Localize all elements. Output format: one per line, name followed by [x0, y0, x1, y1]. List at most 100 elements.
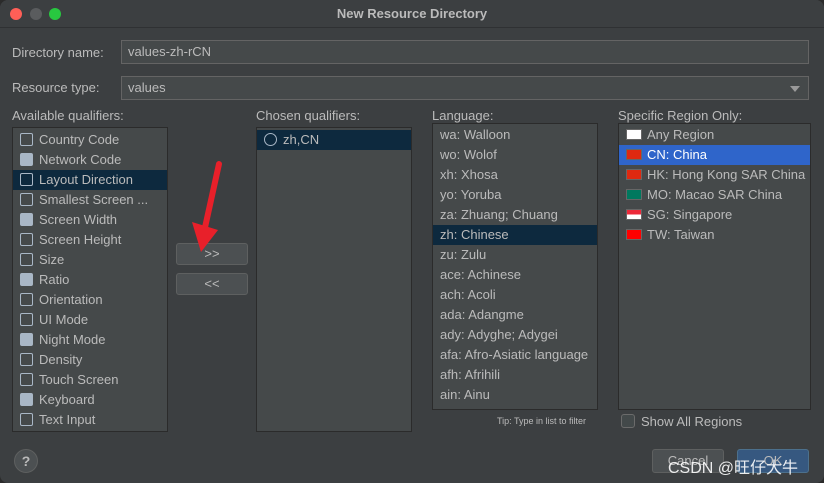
directory-name-label: Directory name: [12, 45, 104, 60]
language-list[interactable]: wa: Walloon wo: Wolof xh: Xhosa yo: Yoruba z… [432, 123, 598, 410]
region-item[interactable]: SG: Singapore [619, 205, 810, 225]
screen-height-icon [20, 233, 33, 247]
touch-screen-icon [20, 373, 33, 387]
region-item-label: SG: Singapore [647, 207, 733, 222]
layout-direction-icon [20, 173, 33, 187]
available-qualifier-label: Size [39, 252, 65, 267]
text-input-icon [20, 413, 33, 427]
language-item[interactable]: afh: Afrihili [433, 365, 597, 385]
language-item[interactable]: ain: Ainu [433, 385, 597, 405]
available-qualifier-item[interactable]: Screen Height [13, 230, 167, 250]
language-label: Language: [432, 108, 494, 123]
available-qualifier-label: Touch Screen [39, 372, 119, 387]
language-item[interactable]: ady: Adyghe; Adygei [433, 325, 597, 345]
chosen-qualifiers-list[interactable]: zh,CN [256, 127, 412, 432]
show-all-regions-label: Show All Regions [641, 414, 743, 429]
available-qualifier-item[interactable]: UI Mode [13, 310, 167, 330]
region-item[interactable]: CN: China [619, 145, 810, 165]
available-qualifier-item[interactable]: Smallest Screen ... [13, 190, 167, 210]
keyboard-icon [20, 393, 33, 407]
available-qualifier-item[interactable]: Network Code [13, 150, 167, 170]
language-item[interactable]: ach: Acoli [433, 285, 597, 305]
available-qualifier-item[interactable]: Size [13, 250, 167, 270]
available-qualifier-item[interactable]: Country Code [13, 130, 167, 150]
dialog-window: New Resource Directory Directory name: v… [0, 0, 824, 483]
night-mode-icon [20, 333, 33, 347]
available-qualifier-label: Keyboard [39, 392, 95, 407]
show-all-regions-checkbox[interactable] [621, 414, 635, 428]
available-qualifier-label: Ratio [39, 272, 70, 287]
available-qualifier-label: Text Input [39, 412, 96, 427]
available-qualifier-label: Screen Height [39, 232, 122, 247]
language-item[interactable]: afa: Afro-Asiatic language [433, 345, 597, 365]
flag-sg-icon [626, 209, 642, 221]
ratio-icon [20, 273, 33, 287]
globe-icon [264, 133, 277, 147]
available-qualifier-item[interactable]: Density [13, 350, 167, 370]
flag-cn-icon [626, 149, 642, 161]
available-qualifier-label: Density [39, 352, 83, 367]
language-item[interactable]: xh: Xhosa [433, 165, 597, 185]
smallest-screen-icon [20, 193, 33, 207]
remove-qualifier-button[interactable]: << [176, 273, 248, 295]
size-icon [20, 253, 33, 267]
network-code-icon [20, 153, 33, 167]
available-qualifier-label: Network Code [39, 152, 122, 167]
available-qualifiers-list[interactable]: Country Code Network Code Layout Direction… [12, 127, 168, 432]
language-item[interactable]: ace: Achinese [433, 265, 597, 285]
region-item[interactable]: HK: Hong Kong SAR China [619, 165, 810, 185]
region-item-label: HK: Hong Kong SAR China [647, 167, 806, 182]
available-qualifier-item[interactable]: Keyboard [13, 390, 167, 410]
region-item-label: MO: Macao SAR China [647, 187, 783, 202]
resource-type-select[interactable]: values [121, 76, 809, 100]
language-item[interactable]: za: Zhuang; Chuang [433, 205, 597, 225]
available-qualifier-label: Layout Direction [39, 172, 133, 187]
available-qualifier-label: Night Mode [39, 332, 106, 347]
available-qualifier-label: Orientation [39, 292, 103, 307]
screen-width-icon [20, 213, 33, 227]
directory-name-field[interactable]: values-zh-rCN [121, 40, 809, 64]
language-item[interactable]: ada: Adangme [433, 305, 597, 325]
annotation-arrow-icon [192, 161, 222, 252]
available-qualifier-item[interactable]: Orientation [13, 290, 167, 310]
available-qualifier-item[interactable]: Screen Width [13, 210, 167, 230]
title-bar: New Resource Directory [0, 0, 824, 28]
available-qualifier-label: UI Mode [39, 312, 89, 327]
region-item[interactable]: Any Region [619, 125, 810, 145]
flag-tw-icon [626, 229, 642, 241]
language-filter-tip: Tip: Type in list to filter [497, 416, 587, 426]
language-item[interactable]: wo: Wolof [433, 145, 597, 165]
region-label: Specific Region Only: [618, 108, 743, 123]
chevron-down-icon [790, 86, 800, 92]
chosen-qualifier-label: zh,CN [283, 132, 320, 147]
region-item[interactable]: MO: Macao SAR China [619, 185, 810, 205]
region-list[interactable]: Any Region CN: China HK: Hong Kong SAR Chi… [618, 123, 811, 410]
language-item[interactable]: zh: Chinese [433, 225, 597, 245]
orientation-icon [20, 293, 33, 307]
available-qualifier-item[interactable]: Ratio [13, 270, 167, 290]
region-item-label: Any Region [647, 127, 715, 142]
language-item[interactable]: yo: Yoruba [433, 185, 597, 205]
available-qualifier-item[interactable]: Night Mode [13, 330, 167, 350]
available-qualifier-label: Country Code [39, 132, 120, 147]
density-icon [20, 353, 33, 367]
resource-type-value: values [128, 80, 166, 95]
available-qualifiers-label: Available qualifiers: [12, 108, 124, 123]
region-item-label: CN: China [647, 147, 707, 162]
flag-mo-icon [626, 189, 642, 201]
window-title: New Resource Directory [336, 6, 488, 21]
available-qualifier-label: Smallest Screen ... [39, 192, 149, 207]
ui-mode-icon [20, 313, 33, 327]
language-item[interactable]: wa: Walloon [433, 125, 597, 145]
available-qualifier-item[interactable]: Text Input [13, 410, 167, 430]
language-item[interactable]: zu: Zulu [433, 245, 597, 265]
chosen-qualifiers-label: Chosen qualifiers: [256, 108, 361, 123]
help-button[interactable]: ? [14, 449, 38, 473]
available-qualifier-item[interactable]: Layout Direction [13, 170, 167, 190]
available-qualifier-item[interactable]: Touch Screen [13, 370, 167, 390]
flag-hk-icon [626, 169, 642, 181]
country-code-icon [20, 133, 33, 147]
region-item[interactable]: TW: Taiwan [619, 225, 810, 245]
chosen-qualifier-item[interactable]: zh,CN [257, 130, 411, 150]
flag-blank-icon [626, 129, 642, 141]
